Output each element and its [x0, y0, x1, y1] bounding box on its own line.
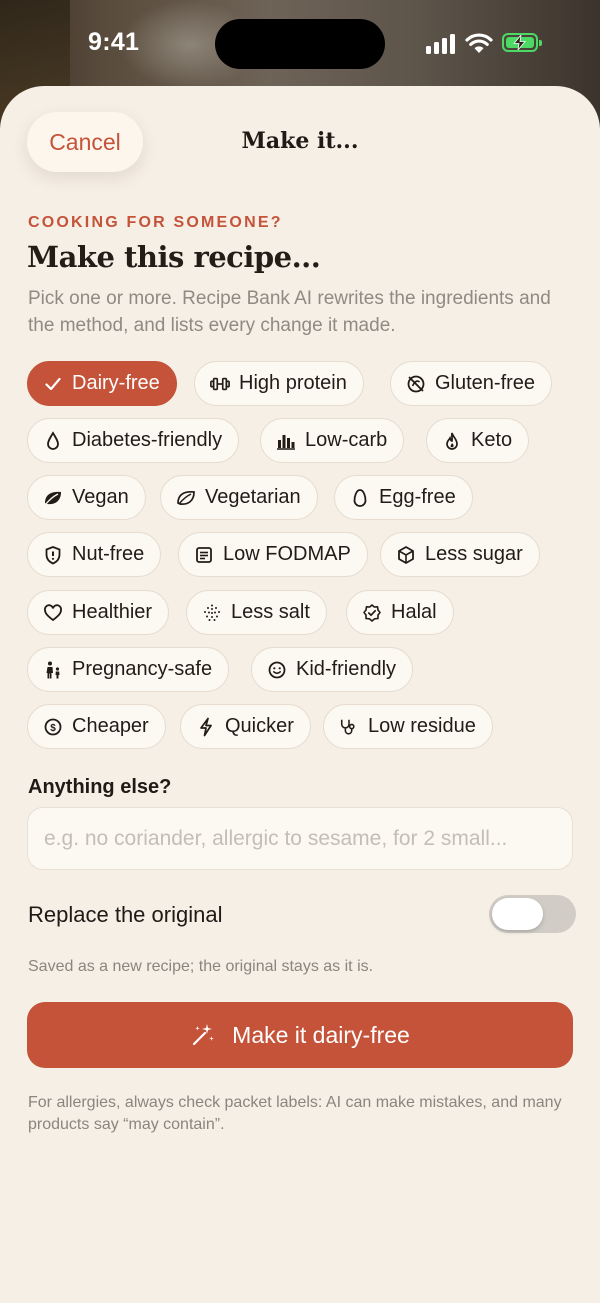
- replace-original-label: Replace the original: [28, 902, 223, 927]
- smile-icon: [267, 660, 287, 680]
- svg-text:$: $: [50, 723, 56, 734]
- option-label: Cheaper: [72, 715, 149, 737]
- anything-else-input[interactable]: [27, 807, 573, 870]
- allergy-footnote: For allergies, always check packet label…: [28, 1094, 562, 1133]
- section-description: Pick one or more. Recipe Bank AI rewrite…: [28, 288, 551, 336]
- battery-charging-icon: [502, 33, 542, 52]
- option-label: Kid-friendly: [296, 658, 397, 680]
- option-keto[interactable]: Keto: [426, 418, 530, 463]
- toggle-knob: [492, 898, 543, 930]
- option-label: Diabetes-friendly: [72, 429, 223, 451]
- option-label: Egg-free: [379, 486, 456, 508]
- shield-icon: [43, 545, 63, 565]
- option-low-fodmap[interactable]: Low FODMAP: [178, 532, 368, 577]
- option-cheaper[interactable]: $ Cheaper: [27, 704, 166, 749]
- option-label: Pregnancy-safe: [72, 658, 213, 680]
- option-label: Keto: [471, 429, 513, 451]
- leaf-outline-icon: [176, 488, 196, 508]
- option-label: Nut-free: [72, 543, 145, 565]
- stethoscope-icon: [339, 717, 359, 737]
- no-gluten-icon: [406, 374, 426, 394]
- cellular-signal-icon: [426, 34, 456, 54]
- egg-icon: [350, 488, 370, 508]
- option-label: Low residue: [368, 715, 476, 737]
- option-label: Halal: [391, 601, 437, 623]
- bar-chart-icon: [276, 431, 296, 451]
- bolt-icon: [196, 717, 216, 737]
- magic-wand-icon: [190, 1022, 216, 1048]
- check-icon: [43, 374, 63, 394]
- option-nut-free[interactable]: Nut-free: [27, 532, 162, 577]
- option-low-residue[interactable]: Low residue: [323, 704, 493, 749]
- drop-icon: [43, 430, 63, 451]
- option-pregnancy-safe[interactable]: Pregnancy-safe: [27, 647, 230, 692]
- option-low-carb[interactable]: Low-carb: [260, 418, 405, 463]
- option-egg-free[interactable]: Egg-free: [334, 475, 473, 520]
- option-dairy-free[interactable]: Dairy-free: [27, 361, 177, 406]
- option-label: Vegan: [72, 486, 129, 508]
- flame-icon: [442, 431, 462, 451]
- option-label: Less salt: [231, 601, 310, 623]
- option-label: Quicker: [225, 715, 294, 737]
- family-icon: [43, 660, 63, 680]
- anything-else-label: Anything else?: [28, 776, 172, 798]
- make-it-button[interactable]: Make it dairy-free: [27, 1002, 573, 1068]
- option-gluten-free[interactable]: Gluten-free: [390, 361, 553, 406]
- option-less-sugar[interactable]: Less sugar: [380, 532, 540, 577]
- dumbbell-icon: [210, 374, 230, 394]
- cube-icon: [396, 545, 416, 565]
- option-label: Dairy-free: [72, 372, 160, 394]
- coin-icon: $: [43, 717, 63, 737]
- option-vegan[interactable]: Vegan: [27, 475, 146, 520]
- badge-icon: [362, 603, 382, 623]
- section-heading: Make this recipe...: [27, 240, 321, 274]
- option-vegetarian[interactable]: Vegetarian: [160, 475, 318, 520]
- status-bar: 9:41: [0, 0, 600, 86]
- option-label: Less sugar: [425, 543, 523, 565]
- replace-hint: Saved as a new recipe; the original stay…: [28, 958, 374, 975]
- option-halal[interactable]: Halal: [346, 590, 454, 635]
- replace-original-toggle[interactable]: [489, 895, 576, 933]
- option-label: High protein: [239, 372, 347, 394]
- option-label: Low-carb: [305, 429, 388, 451]
- heart-icon: [43, 603, 63, 623]
- status-time: 9:41: [88, 28, 140, 56]
- sheet-title: Make it...: [241, 128, 359, 154]
- section-eyebrow: COOKING FOR SOMEONE?: [28, 214, 283, 231]
- dots-icon: [202, 603, 222, 623]
- option-label: Healthier: [72, 601, 153, 623]
- option-less-salt[interactable]: Less salt: [186, 590, 327, 635]
- option-diabetes-friendly[interactable]: Diabetes-friendly: [27, 418, 240, 463]
- list-icon: [194, 545, 214, 565]
- option-label: Vegetarian: [205, 486, 301, 508]
- leaf-icon: [43, 488, 63, 508]
- option-high-protein[interactable]: High protein: [194, 361, 364, 406]
- make-it-button-label: Make it dairy-free: [232, 1021, 410, 1048]
- option-kid-friendly[interactable]: Kid-friendly: [251, 647, 414, 692]
- wifi-icon: [465, 32, 493, 59]
- option-label: Gluten-free: [435, 372, 536, 394]
- option-healthier[interactable]: Healthier: [27, 590, 170, 635]
- option-label: Low FODMAP: [223, 543, 351, 565]
- dynamic-island: [215, 19, 385, 69]
- option-quicker[interactable]: Quicker: [180, 704, 311, 749]
